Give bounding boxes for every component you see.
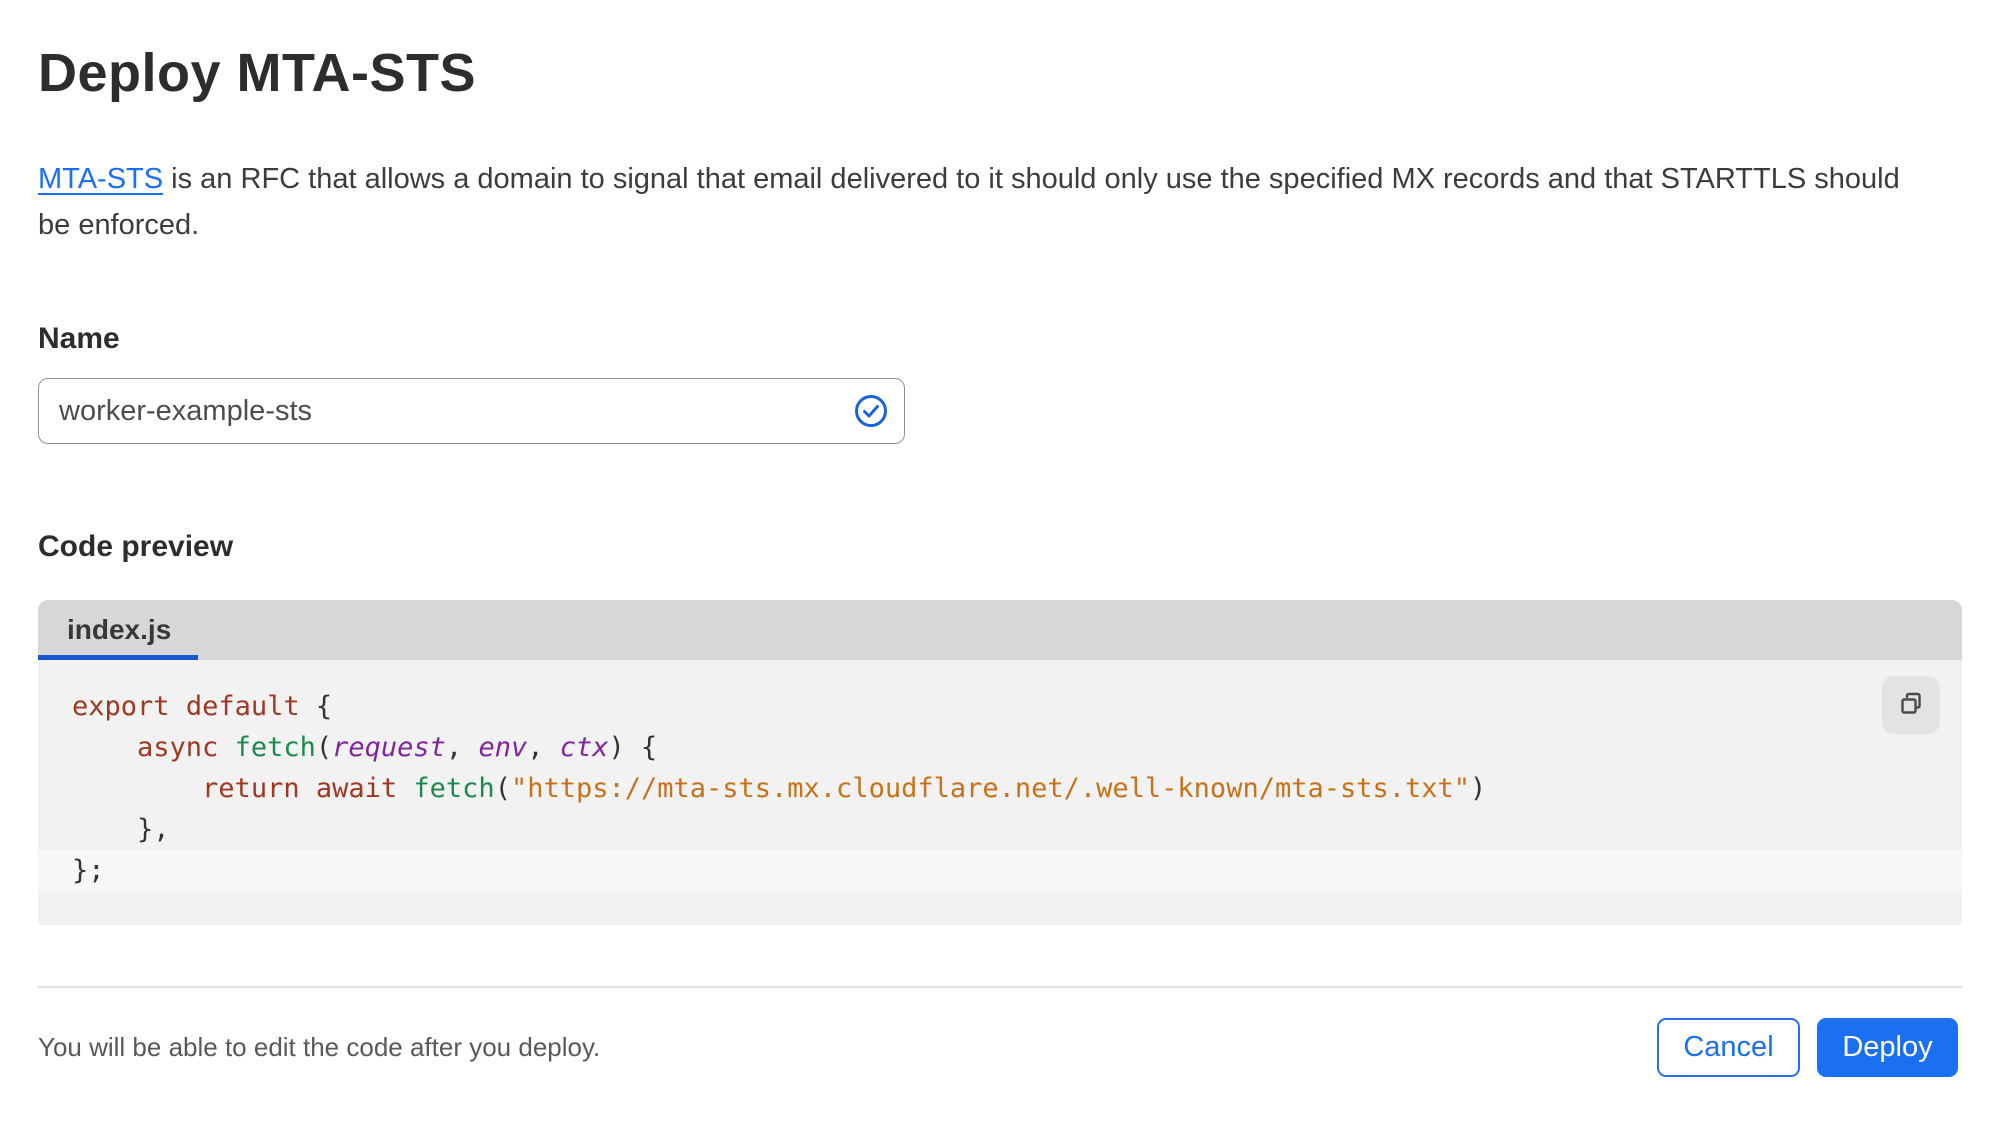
code-editor: export default { async fetch(request, en… bbox=[38, 660, 1962, 925]
page-title: Deploy MTA-STS bbox=[38, 43, 476, 103]
footer-bar: You will be able to edit the code after … bbox=[38, 1018, 1958, 1077]
code-line: }; bbox=[38, 850, 1962, 891]
copy-icon bbox=[1898, 691, 1924, 720]
description-body: is an RFC that allows a domain to signal… bbox=[38, 163, 1900, 241]
code-line: return await fetch("https://mta-sts.mx.c… bbox=[202, 773, 1487, 804]
deploy-mta-sts-page: Deploy MTA-STS MTA-STS is an RFC that al… bbox=[0, 0, 1999, 1138]
code-preview-panel: index.js export default { async fetch(re… bbox=[38, 600, 1962, 925]
code-tab-bar: index.js bbox=[38, 600, 1962, 660]
name-input-wrap bbox=[38, 378, 905, 444]
cancel-button[interactable]: Cancel bbox=[1657, 1018, 1800, 1077]
description-text: MTA-STS is an RFC that allows a domain t… bbox=[38, 156, 1928, 248]
footer-divider bbox=[38, 986, 1962, 988]
code-line: }, bbox=[72, 814, 170, 845]
check-circle-icon bbox=[854, 394, 888, 428]
mta-sts-link[interactable]: MTA-STS bbox=[38, 163, 163, 195]
code-lines: export default { async fetch(request, en… bbox=[38, 686, 1962, 891]
footer-note: You will be able to edit the code after … bbox=[38, 1032, 601, 1062]
copy-code-button[interactable] bbox=[1882, 676, 1940, 734]
tab-index-js[interactable]: index.js bbox=[38, 600, 238, 660]
tab-label: index.js bbox=[67, 614, 172, 645]
code-line: async fetch(request, env, ctx) { bbox=[137, 732, 658, 763]
footer-actions: Cancel Deploy bbox=[1657, 1018, 1958, 1077]
deploy-button[interactable]: Deploy bbox=[1817, 1018, 1958, 1077]
code-line: export default { bbox=[72, 691, 333, 722]
name-input[interactable] bbox=[38, 378, 905, 444]
name-label: Name bbox=[38, 322, 120, 355]
code-preview-label: Code preview bbox=[38, 530, 234, 563]
